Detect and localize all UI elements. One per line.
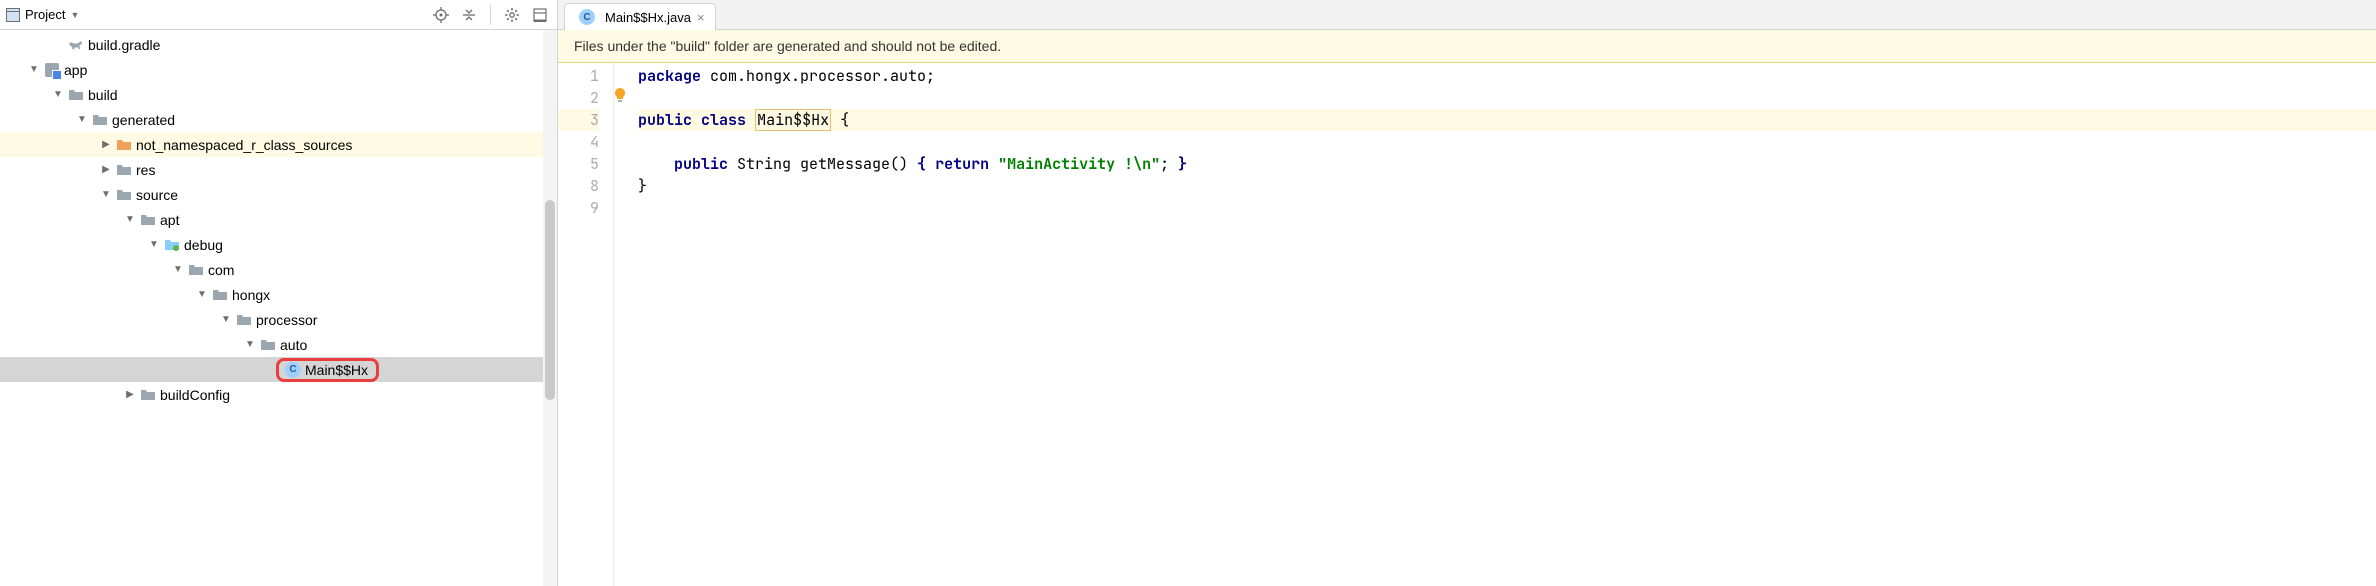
close-icon[interactable]: × [697,10,705,25]
code-line[interactable]: public String getMessage() { return "Mai… [638,153,2376,175]
code-line[interactable] [638,197,2376,219]
line-number: 2 [558,87,599,109]
tree-label: not_namespaced_r_class_sources [136,137,352,153]
tree-item-app[interactable]: ▼ app [0,57,557,82]
folder-icon [92,112,108,128]
chevron-down-icon[interactable]: ▼ [148,239,160,250]
banner-text: Files under the "build" folder are gener… [574,38,1001,54]
tree-item-apt[interactable]: ▼ apt [0,207,557,232]
project-tree[interactable]: build.gradle ▼ app ▼ build ▼ generated ▶ [0,30,557,586]
package-icon [260,337,276,353]
tree-item-buildconfig[interactable]: ▶ buildConfig [0,382,557,407]
class-icon: C [285,362,301,378]
locate-icon[interactable] [430,4,452,26]
tree-label: com [208,262,234,278]
code-line[interactable] [638,131,2376,153]
line-number: 1 [558,65,599,87]
scrollbar-track[interactable] [543,30,557,586]
panel-header: Project ▼ [0,0,557,30]
tree-label: auto [280,337,307,353]
project-window-icon [6,8,20,22]
code-line[interactable]: public class Main$$Hx { [638,109,2376,131]
divider [490,5,491,25]
chevron-down-icon[interactable]: ▼ [196,289,208,300]
tab-label: Main$$Hx.java [605,10,691,25]
tree-label: hongx [232,287,270,303]
tree-item-auto[interactable]: ▼ auto [0,332,557,357]
chevron-down-icon[interactable]: ▼ [52,89,64,100]
selected-highlight: C Main$$Hx [276,358,379,382]
tree-item-debug[interactable]: ▼ debug [0,232,557,257]
tree-item-generated[interactable]: ▼ generated [0,107,557,132]
tree-label: generated [112,112,175,128]
tree-label: Main$$Hx [305,362,368,378]
editor-panel: C Main$$Hx.java × Files under the "build… [558,0,2376,586]
code-line[interactable]: } [638,175,2376,197]
module-icon [44,62,60,78]
chevron-down-icon[interactable]: ▼ [100,189,112,200]
gradle-icon [68,37,84,53]
code-line[interactable] [638,87,2376,109]
tree-item-source[interactable]: ▼ source [0,182,557,207]
tree-item-res[interactable]: ▶ res [0,157,557,182]
line-number: 8 [558,175,599,197]
code-line[interactable]: package com.hongx.processor.auto; [638,65,2376,87]
chevron-down-icon[interactable]: ▼ [124,214,136,225]
tree-label: build.gradle [88,37,160,53]
chevron-down-icon[interactable]: ▼ [28,64,40,75]
hide-panel-icon[interactable] [529,4,551,26]
source-folder-icon [164,237,180,253]
tree-item-mainhx[interactable]: C Main$$Hx [0,357,557,382]
project-view-dropdown[interactable]: Project ▼ [6,7,79,22]
panel-title-text: Project [25,7,65,22]
chevron-down-icon[interactable]: ▼ [76,114,88,125]
project-panel: Project ▼ [0,0,558,586]
chevron-down-icon[interactable]: ▼ [244,339,256,350]
package-icon [188,262,204,278]
folder-icon [140,387,156,403]
tree-item-com[interactable]: ▼ com [0,257,557,282]
package-icon [212,287,228,303]
chevron-right-icon[interactable]: ▶ [100,164,112,175]
code-editor[interactable]: 1 2 3 4 5 8 9 package com.hongx.processo… [558,63,2376,586]
tree-item-gradle[interactable]: build.gradle [0,32,557,57]
class-icon: C [579,9,595,25]
scrollbar-thumb[interactable] [545,200,555,400]
tree-label: source [136,187,178,203]
folder-icon [140,212,156,228]
tree-label: build [88,87,118,103]
code-body[interactable]: package com.hongx.processor.auto; public… [614,63,2376,586]
tree-label: apt [160,212,179,228]
collapse-icon[interactable] [458,4,480,26]
package-icon [236,312,252,328]
folder-icon [116,162,132,178]
chevron-right-icon[interactable]: ▶ [124,389,136,400]
gear-icon[interactable] [501,4,523,26]
gutter: 1 2 3 4 5 8 9 [558,63,614,586]
chevron-down-icon: ▼ [70,10,79,20]
line-number: 4 [558,131,599,153]
editor-tabs: C Main$$Hx.java × [558,0,2376,30]
tree-item-processor[interactable]: ▼ processor [0,307,557,332]
lightbulb-icon[interactable] [612,87,628,103]
tab-mainhx[interactable]: C Main$$Hx.java × [564,3,716,30]
folder-icon [116,137,132,153]
generated-file-banner: Files under the "build" folder are gener… [558,30,2376,63]
tree-label: debug [184,237,223,253]
tree-label: app [64,62,87,78]
line-number: 9 [558,197,599,219]
chevron-down-icon[interactable]: ▼ [172,264,184,275]
line-number: 3 [558,109,599,131]
line-number: 5 [558,153,599,175]
chevron-down-icon[interactable]: ▼ [220,314,232,325]
tree-item-build[interactable]: ▼ build [0,82,557,107]
tree-item-not-namespaced[interactable]: ▶ not_namespaced_r_class_sources [0,132,557,157]
folder-icon [68,87,84,103]
tree-label: res [136,162,155,178]
chevron-right-icon[interactable]: ▶ [100,139,112,150]
folder-icon [116,187,132,203]
tree-label: buildConfig [160,387,230,403]
tree-label: processor [256,312,317,328]
tree-item-hongx[interactable]: ▼ hongx [0,282,557,307]
